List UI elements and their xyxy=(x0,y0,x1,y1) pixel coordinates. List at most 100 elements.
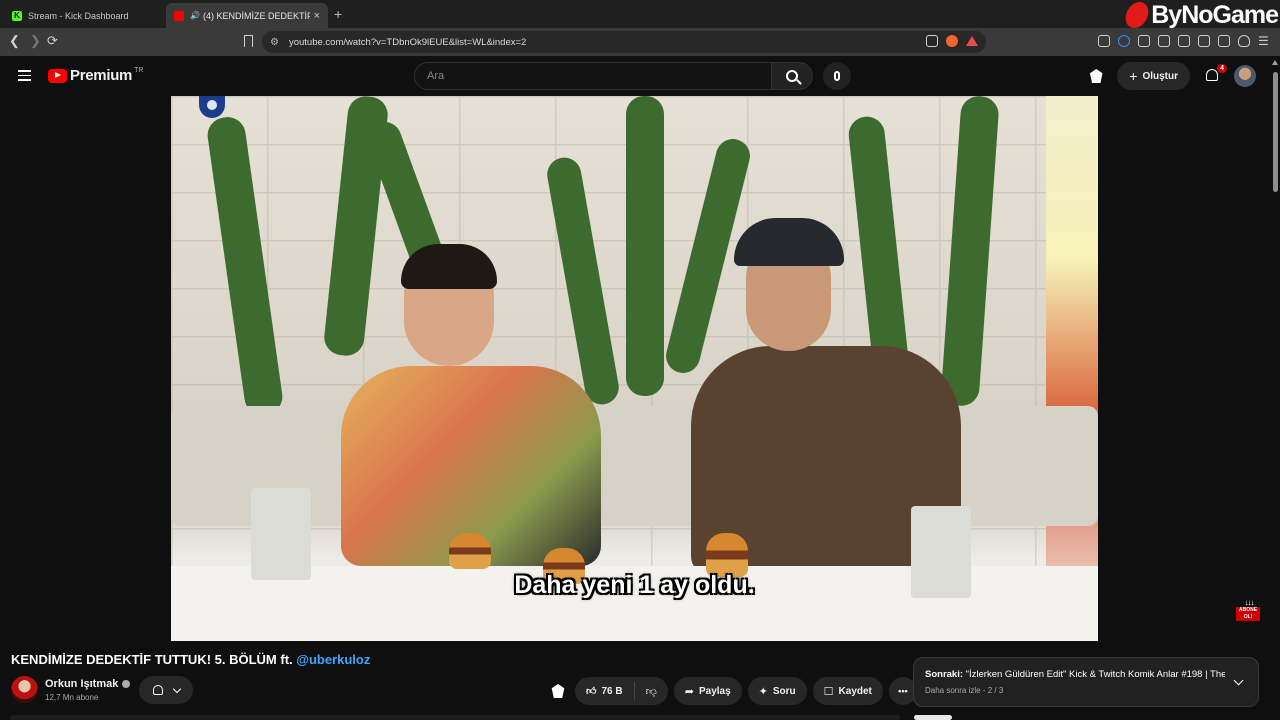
youtube-header: Premium TR + Oluştur 4 xyxy=(0,56,1280,96)
youtube-icon xyxy=(174,10,184,21)
create-label: Oluştur xyxy=(1142,70,1178,82)
youtube-play-icon xyxy=(48,68,67,83)
bell-icon xyxy=(152,685,163,695)
video-subtitle: Daha yeni 1 ay oldu. xyxy=(514,571,755,599)
video-player[interactable]: Daha yeni 1 ay oldu. xyxy=(171,96,1098,641)
wallet-icon[interactable] xyxy=(1198,35,1210,47)
tab-label: (4) KENDİMİZE DEDEKTİF TUTTUK xyxy=(202,10,310,21)
notification-badge: 4 xyxy=(1217,64,1227,73)
like-dislike-group: 👍︎ 76 B 👎︎ xyxy=(575,677,668,705)
url-text[interactable]: youtube.com/watch?v=TDbnOk9lEUE&list=WL&… xyxy=(289,37,526,48)
close-tab-icon[interactable]: × xyxy=(314,10,320,22)
scrollbar-thumb[interactable] xyxy=(1273,72,1278,192)
microphone-icon xyxy=(834,71,840,81)
ask-button[interactable]: ✦ Soru xyxy=(747,677,807,705)
down-arrows-icon: ↓↓↓ xyxy=(1244,598,1255,607)
chip-edge[interactable] xyxy=(914,715,952,720)
brave-shield-icon[interactable] xyxy=(946,35,958,47)
bottom-strip xyxy=(0,713,1280,720)
vpn-icon[interactable] xyxy=(1118,35,1130,47)
bookmark-icon: ☐ xyxy=(823,685,834,698)
leo-ai-icon[interactable] xyxy=(1218,35,1230,47)
subscribe-watermark[interactable]: ↓↓↓ ABONE OL! xyxy=(1236,598,1262,624)
channel-name[interactable]: Orkun Işıtmak xyxy=(45,678,131,690)
tab-youtube-video[interactable]: 🔊 (4) KENDİMİZE DEDEKTİF TUTTUK × xyxy=(166,3,328,28)
search-button[interactable] xyxy=(771,62,813,90)
menu-icon[interactable]: ☰ xyxy=(1258,35,1269,47)
description-box-edge xyxy=(10,715,900,720)
chevron-down-icon xyxy=(172,684,181,693)
share-button[interactable]: ➦ Paylaş xyxy=(673,677,742,705)
scroll-up-icon[interactable] xyxy=(1272,60,1278,65)
cactus xyxy=(626,96,664,396)
next-video-title[interactable]: Sonraki: "İzlerken Güldüren Edit" Kick &… xyxy=(925,669,1225,680)
bell-icon xyxy=(1206,69,1218,81)
mention-link[interactable]: @uberkuloz xyxy=(296,652,370,667)
dislike-button[interactable]: 👎︎ xyxy=(635,685,668,698)
subscribe-watermark-label: ABONE OL! xyxy=(1236,607,1260,621)
browser-toolbar: ❮ ❯ ⟳ ⚙ youtube.com/watch?v=TDbnOk9lEUE&… xyxy=(0,28,1280,56)
account-avatar[interactable] xyxy=(1234,65,1256,87)
shield-icon[interactable] xyxy=(1238,35,1250,47)
cast-icon[interactable] xyxy=(926,35,938,47)
puzzle-icon[interactable] xyxy=(1138,35,1150,47)
playlist-next-panel[interactable]: Sonraki: "İzlerken Güldüren Edit" Kick &… xyxy=(913,657,1259,707)
address-bar[interactable]: ⚙ youtube.com/watch?v=TDbnOk9lEUE&list=W… xyxy=(262,31,986,53)
search-box xyxy=(414,62,772,90)
brave-rewards-icon[interactable] xyxy=(966,36,978,46)
new-tab-button[interactable]: + xyxy=(334,6,342,22)
sidebar-icon[interactable] xyxy=(1178,35,1190,47)
channel-name-text[interactable]: Orkun Işıtmak xyxy=(45,678,118,690)
playlist-position: Daha sonra izle - 2 / 3 xyxy=(925,686,1004,695)
notifications-button[interactable]: 4 xyxy=(1204,64,1227,84)
hamburger-menu-icon[interactable] xyxy=(18,70,31,81)
search-icon xyxy=(786,70,798,82)
plus-icon: + xyxy=(1129,68,1138,84)
share-icon: ➦ xyxy=(684,685,694,698)
bynogame-text: ByNoGame xyxy=(1151,0,1279,29)
page-scrollbar[interactable] xyxy=(1271,60,1279,198)
thumbs-up-icon: 👍︎ xyxy=(586,686,597,697)
youtube-premium-logo[interactable]: Premium TR xyxy=(48,67,143,84)
extension-icon[interactable] xyxy=(1098,35,1110,47)
voice-search-button[interactable] xyxy=(823,62,851,90)
create-button[interactable]: + Oluştur xyxy=(1117,62,1190,90)
bookmark-icon[interactable] xyxy=(244,35,253,47)
tab-label: Stream - Kick Dashboard xyxy=(28,10,129,21)
napkin-holder xyxy=(251,488,311,580)
channel-avatar[interactable] xyxy=(11,676,38,703)
tab-kick-dashboard[interactable]: K Stream - Kick Dashboard xyxy=(4,3,162,28)
browser-tab-strip: K Stream - Kick Dashboard 🔊 (4) KENDİMİZ… xyxy=(0,0,1280,30)
music-icon[interactable] xyxy=(1158,35,1170,47)
extension-icons: ☰ xyxy=(1098,35,1269,47)
chevron-down-icon[interactable] xyxy=(1233,675,1244,686)
back-icon[interactable]: ❮ xyxy=(9,33,20,49)
header-actions: + Oluştur 4 xyxy=(1089,62,1256,90)
subscription-notify-button[interactable] xyxy=(139,676,193,704)
save-label: Kaydet xyxy=(838,685,872,697)
ai-sparkle-icon[interactable] xyxy=(1089,69,1103,83)
sparkle-icon: ✦ xyxy=(758,685,768,698)
bynogame-mark-icon xyxy=(1123,2,1151,28)
video-actions: 👍︎ 76 B 👎︎ ➦ Paylaş ✦ Soru ☐ Kaydet ••• xyxy=(551,677,917,705)
kick-icon: K xyxy=(12,10,22,21)
ask-label: Soru xyxy=(772,685,796,697)
thumbs-down-icon: 👎︎ xyxy=(645,685,657,698)
video-title: KENDİMİZE DEDEKTİF TUTTUK! 5. BÖLÜM ft. … xyxy=(11,652,370,667)
logo-text: Premium xyxy=(70,67,133,84)
bynogame-logo: ByNoGame xyxy=(1123,0,1279,30)
search-input[interactable] xyxy=(415,63,771,89)
like-count: 76 B xyxy=(601,685,623,697)
share-label: Paylaş xyxy=(698,685,731,697)
ai-sparkle-icon[interactable] xyxy=(551,684,565,698)
like-button[interactable]: 👍︎ 76 B xyxy=(575,682,635,700)
video-title-text: KENDİMİZE DEDEKTİF TUTTUK! 5. BÖLÜM ft. xyxy=(11,652,297,667)
save-button[interactable]: ☐ Kaydet xyxy=(812,677,883,705)
site-info-icon[interactable]: ⚙ xyxy=(270,37,279,48)
more-icon: ••• xyxy=(898,686,908,696)
forward-icon[interactable]: ❯ xyxy=(30,33,41,49)
speaker-icon[interactable]: 🔊 xyxy=(190,11,200,20)
reload-icon[interactable]: ⟳ xyxy=(47,33,58,49)
subscriber-count: 12,7 Mn abone xyxy=(45,693,99,702)
burger xyxy=(449,533,491,569)
